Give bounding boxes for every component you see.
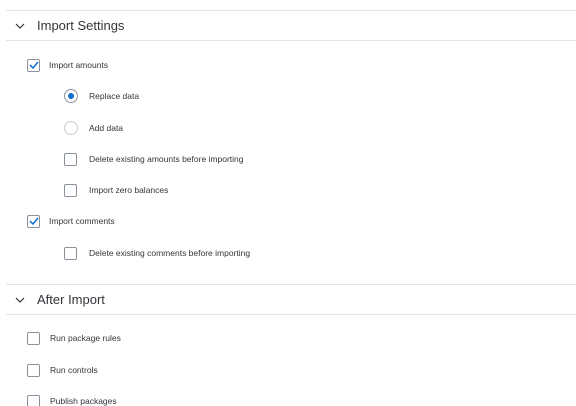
checkmark-icon	[28, 61, 39, 69]
checkbox-label: Import comments	[49, 216, 115, 226]
after-import-header[interactable]: After Import	[6, 284, 576, 315]
delete-existing-comments-checkbox[interactable]	[64, 246, 77, 260]
add-data-option[interactable]: Add data	[64, 120, 123, 136]
chevron-down-icon[interactable]	[14, 20, 26, 32]
run-controls-option[interactable]: Run controls	[27, 362, 98, 378]
section-title: After Import	[37, 292, 105, 307]
delete-existing-amounts-checkbox[interactable]	[64, 152, 77, 166]
radio-selected-dot	[68, 93, 74, 99]
publish-packages-option[interactable]: Publish packages	[27, 393, 117, 406]
import-comments-option[interactable]: Import comments	[27, 213, 115, 229]
import-settings-header[interactable]: Import Settings	[6, 10, 576, 41]
checkbox-label: Publish packages	[50, 396, 117, 406]
checkbox-label: Import amounts	[49, 60, 109, 70]
section-title: Import Settings	[37, 18, 125, 33]
import-comments-checkbox[interactable]	[27, 214, 40, 228]
import-amounts-checkbox[interactable]	[27, 58, 40, 72]
import-zero-balances-option[interactable]: Import zero balances	[64, 182, 168, 198]
run-controls-checkbox[interactable]	[27, 363, 40, 377]
checkbox-label: Run package rules	[50, 333, 121, 343]
import-zero-balances-checkbox[interactable]	[64, 183, 77, 197]
delete-existing-amounts-option[interactable]: Delete existing amounts before importing	[64, 151, 244, 167]
chevron-down-icon[interactable]	[14, 294, 26, 306]
checkbox-label: Run controls	[50, 365, 98, 375]
checkbox-label: Delete existing amounts before importing	[89, 154, 244, 164]
import-settings-panel: Import Settings Import amounts Replace d…	[0, 0, 576, 406]
checkbox-label: Import zero balances	[89, 185, 169, 195]
add-data-radio[interactable]	[64, 121, 78, 135]
run-package-rules-option[interactable]: Run package rules	[27, 330, 121, 346]
delete-existing-comments-option[interactable]: Delete existing comments before importin…	[64, 245, 250, 261]
replace-data-radio[interactable]	[64, 89, 78, 103]
replace-data-option[interactable]: Replace data	[64, 88, 139, 104]
radio-label: Add data	[89, 123, 124, 133]
import-amounts-option[interactable]: Import amounts	[27, 57, 108, 73]
publish-packages-checkbox[interactable]	[27, 394, 40, 406]
checkmark-icon	[28, 217, 39, 225]
radio-label: Replace data	[89, 91, 140, 101]
run-package-rules-checkbox[interactable]	[27, 331, 40, 345]
checkbox-label: Delete existing comments before importin…	[89, 248, 251, 258]
